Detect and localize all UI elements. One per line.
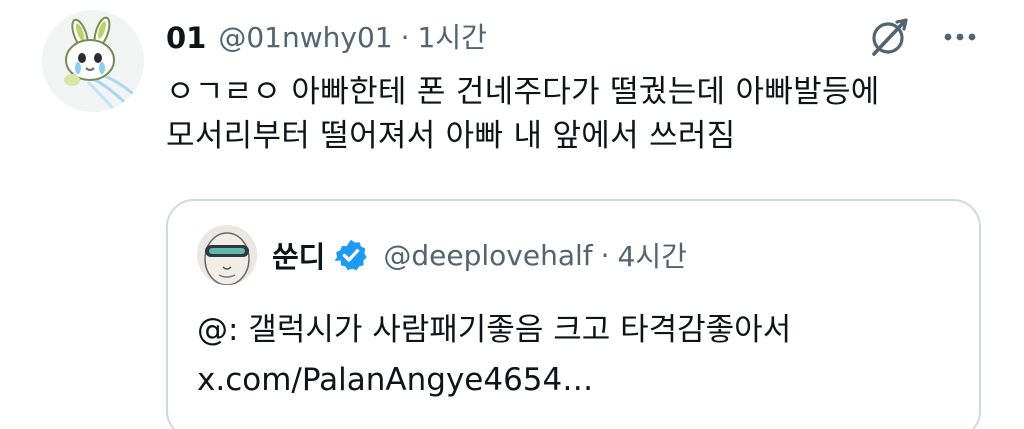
- separator-dot: ·: [400, 21, 410, 54]
- quoted-link[interactable]: x.com/PalanAngye4654…: [197, 355, 957, 405]
- quoted-post[interactable]: 쑨디 @deeplovehalf · 4시간 @: 갤럭시가 사람패기좋음 크고…: [166, 199, 981, 429]
- quoted-display-name[interactable]: 쑨디: [272, 234, 325, 276]
- separator-dot: ·: [600, 238, 610, 272]
- verified-badge-icon: [335, 239, 368, 271]
- grok-icon[interactable]: [866, 14, 912, 60]
- bunny-character-avatar-icon: [42, 10, 144, 112]
- post-text-line: 모서리부터 떨어져서 아빠 내 앞에서 쓰러짐: [166, 118, 736, 154]
- quoted-avatar[interactable]: [197, 225, 257, 285]
- avatar[interactable]: [42, 10, 144, 112]
- more-dots-icon[interactable]: [940, 20, 980, 54]
- user-handle[interactable]: @01nwhy01: [218, 14, 392, 62]
- quoted-post-timestamp[interactable]: 4시간: [618, 235, 687, 275]
- post-text-line: ㅇㄱㄹㅇ 아빠한테 폰 건네주다가 떨궜는데 아빠발등에: [166, 74, 880, 110]
- display-name[interactable]: 01: [166, 14, 206, 62]
- quoted-post-header: 쑨디 @deeplovehalf · 4시간: [272, 231, 687, 279]
- quoted-user-handle[interactable]: @deeplovehalf: [383, 239, 592, 272]
- quoted-post-text: @: 갤럭시가 사람패기좋음 크고 타격감좋아서 x.com/PalanAngy…: [197, 305, 957, 405]
- post-timestamp[interactable]: 1시간: [418, 14, 487, 62]
- tweet: 01 @01nwhy01 · 1시간 ㅇㄱㄹㅇ 아빠한테 폰 건네주다가 떨궜는…: [0, 0, 1024, 429]
- post-text: ㅇㄱㄹㅇ 아빠한테 폰 건네주다가 떨궜는데 아빠발등에 모서리부터 떨어져서 …: [166, 70, 996, 158]
- quoted-text-line: @: 갤럭시가 사람패기좋음 크고 타격감좋아서: [197, 312, 792, 348]
- post-header: 01 @01nwhy01 · 1시간: [166, 14, 487, 62]
- face-avatar-icon: [197, 225, 257, 285]
